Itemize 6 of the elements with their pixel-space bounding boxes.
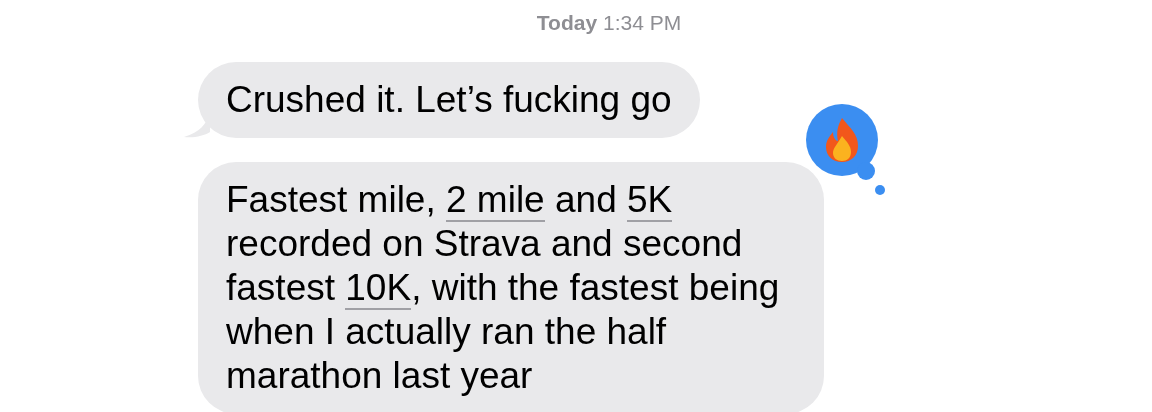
message-bubble: Crushed it. Let’s fucking go bbox=[198, 62, 700, 138]
detected-link[interactable]: 5K bbox=[627, 179, 673, 222]
detected-link[interactable]: 2 mile bbox=[446, 179, 545, 222]
detected-link[interactable]: 10K bbox=[345, 267, 412, 310]
message-bubble: Fastest mile, 2 mile and 5K recorded on Strava and second fastest 10K, with the fastest being when I actually ran the half marathon last year bbox=[198, 162, 824, 412]
timestamp: Today 1:34 PM bbox=[535, 10, 683, 36]
